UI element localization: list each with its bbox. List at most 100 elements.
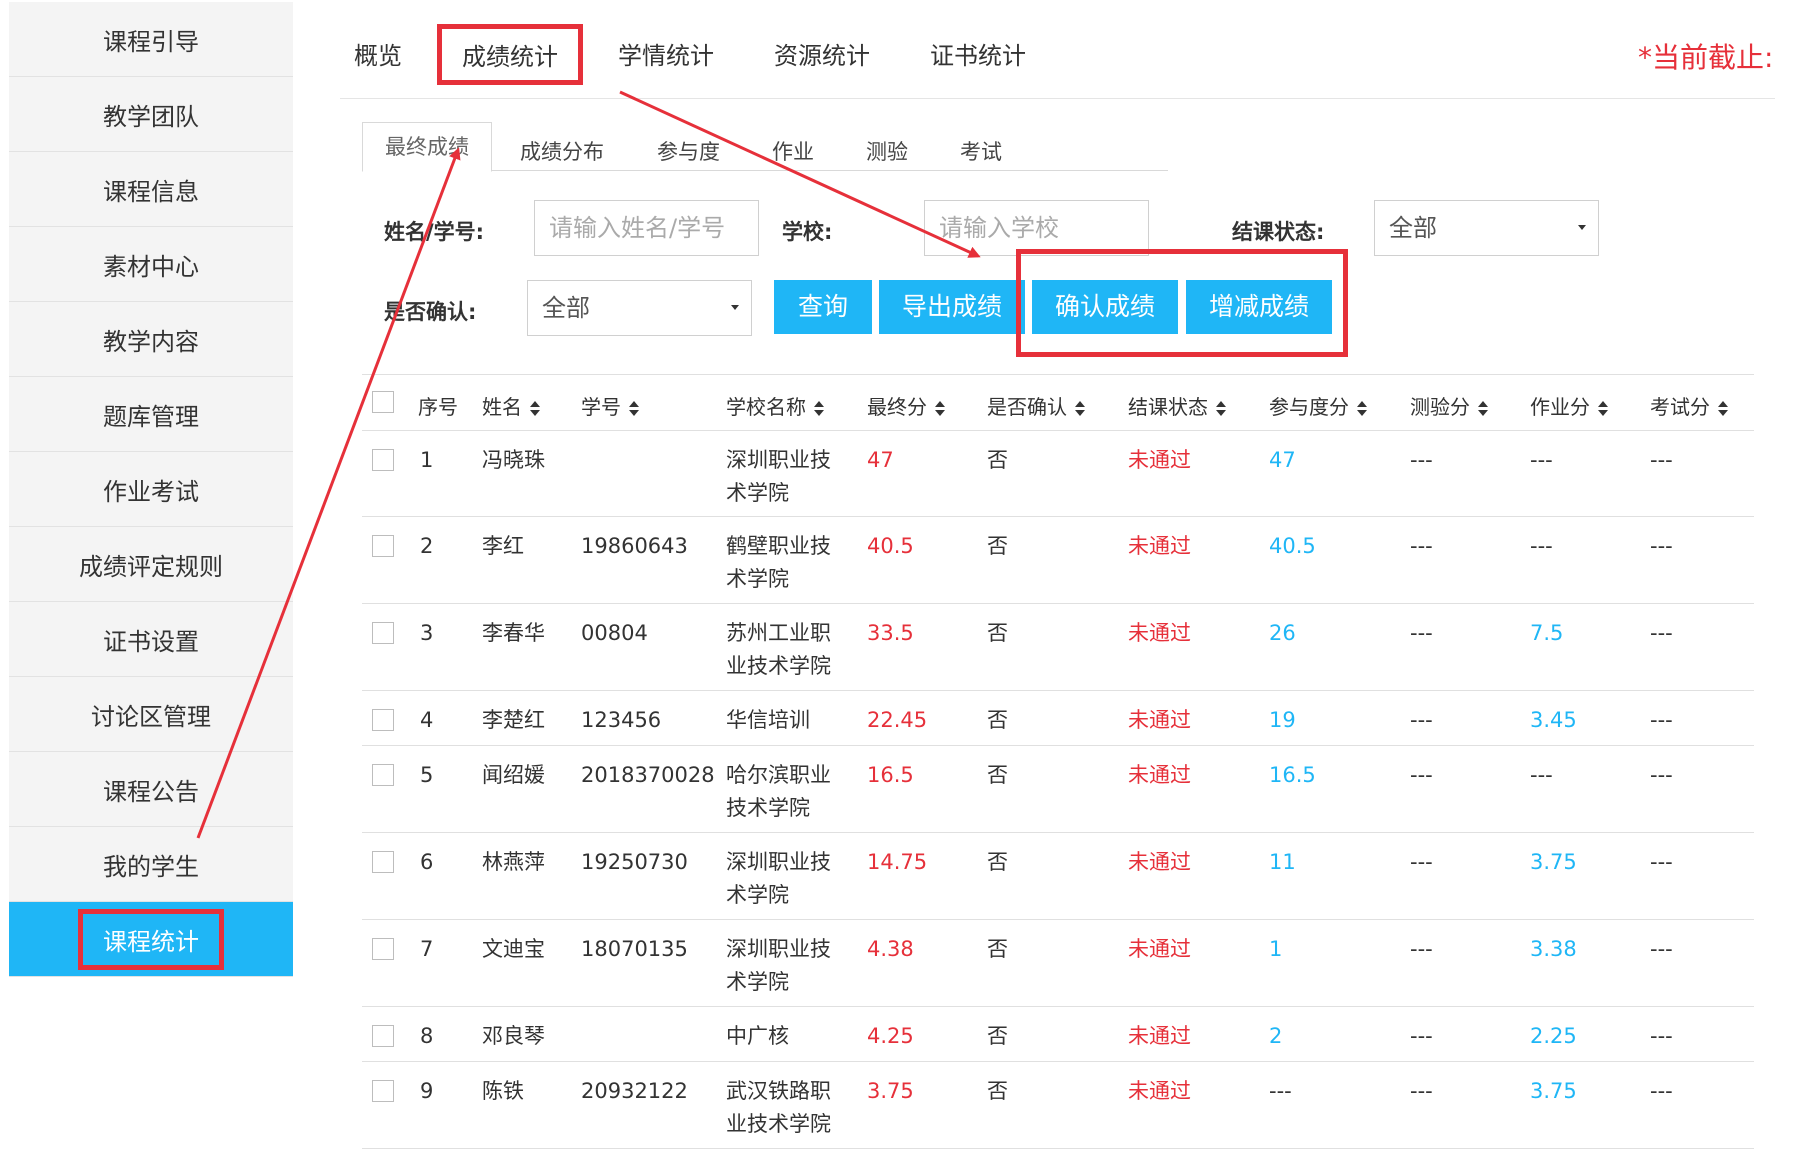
header-name[interactable]: 姓名 bbox=[482, 391, 540, 420]
subtab-exam[interactable]: 考试 bbox=[960, 136, 1002, 166]
row-checkbox[interactable] bbox=[372, 709, 394, 731]
row-checkbox[interactable] bbox=[372, 938, 394, 960]
subtab-homework[interactable]: 作业 bbox=[772, 136, 814, 166]
header-final[interactable]: 最终分 bbox=[867, 391, 945, 420]
header-label: 结课状态 bbox=[1128, 395, 1208, 419]
cell-final: 40.5 bbox=[867, 534, 914, 558]
table-row[interactable]: 7 文迪宝 18070135 深圳职业技 术学院 4.38 否 未通过 1 --- 3.38 --- bbox=[362, 919, 1754, 1007]
cell-status: 未通过 bbox=[1128, 937, 1191, 961]
select-all-checkbox[interactable] bbox=[372, 391, 394, 413]
cell-homework: 2.25 bbox=[1530, 1024, 1577, 1048]
table-row[interactable]: 8 邓良琴 中广核 4.25 否 未通过 2 --- 2.25 --- bbox=[362, 1006, 1754, 1062]
cell-status: 未通过 bbox=[1128, 1079, 1191, 1103]
row-checkbox[interactable] bbox=[372, 449, 394, 471]
sidebar-item-question-bank[interactable]: 题库管理 bbox=[9, 377, 293, 452]
tab-grade-statistics[interactable]: 成绩统计 bbox=[437, 24, 583, 85]
sort-icon[interactable] bbox=[1718, 400, 1728, 417]
school-input[interactable]: 请输入学校 bbox=[924, 200, 1149, 256]
sidebar-item-grading-rules[interactable]: 成绩评定规则 bbox=[9, 527, 293, 602]
sidebar-item-label: 证书设置 bbox=[103, 627, 199, 656]
row-checkbox[interactable] bbox=[372, 764, 394, 786]
header-participation[interactable]: 参与度分 bbox=[1269, 391, 1367, 420]
row-checkbox[interactable] bbox=[372, 622, 394, 644]
sort-icon[interactable] bbox=[1216, 400, 1226, 417]
cell-participation: 16.5 bbox=[1269, 763, 1316, 787]
tab-learning-statistics[interactable]: 学情统计 bbox=[618, 36, 714, 71]
row-checkbox[interactable] bbox=[372, 1080, 394, 1102]
cell-final: 33.5 bbox=[867, 621, 914, 645]
table-row[interactable]: 4 李楚红 123456 华信培训 22.45 否 未通过 19 --- 3.45 --- bbox=[362, 690, 1754, 746]
row-checkbox[interactable] bbox=[372, 535, 394, 557]
sort-icon[interactable] bbox=[1357, 400, 1367, 417]
subtab-final-grade[interactable]: 最终成绩 bbox=[362, 122, 492, 172]
subtab-participation[interactable]: 参与度 bbox=[657, 136, 720, 166]
cell-homework: 3.75 bbox=[1530, 1079, 1577, 1103]
name-id-label: 姓名/学号: bbox=[384, 220, 485, 244]
header-quiz[interactable]: 测验分 bbox=[1410, 391, 1488, 420]
cell-school: 深圳职业技 术学院 bbox=[726, 444, 831, 510]
header-homework[interactable]: 作业分 bbox=[1530, 391, 1608, 420]
tab-certificate-statistics[interactable]: 证书统计 bbox=[930, 36, 1026, 71]
sidebar: 课程引导 教学团队 课程信息 素材中心 教学内容 题库管理 作业考试 成绩评定规… bbox=[9, 0, 293, 1153]
sort-icon[interactable] bbox=[814, 400, 824, 417]
sidebar-item-course-statistics[interactable]: 课程统计 bbox=[9, 902, 293, 977]
sort-icon[interactable] bbox=[1478, 400, 1488, 417]
cell-confirmed: 否 bbox=[987, 621, 1008, 645]
sidebar-item-announcements[interactable]: 课程公告 bbox=[9, 752, 293, 827]
cell-homework: 3.45 bbox=[1530, 708, 1577, 732]
cell-participation: 26 bbox=[1269, 621, 1296, 645]
cell-status: 未通过 bbox=[1128, 534, 1191, 558]
cell-final: 4.38 bbox=[867, 937, 914, 961]
course-status-select[interactable]: 全部 bbox=[1374, 200, 1599, 256]
sidebar-item-discussion[interactable]: 讨论区管理 bbox=[9, 677, 293, 752]
cell-exam: --- bbox=[1650, 708, 1673, 732]
sort-icon[interactable] bbox=[530, 400, 540, 417]
sort-icon[interactable] bbox=[1075, 400, 1085, 417]
row-checkbox[interactable] bbox=[372, 1025, 394, 1047]
query-button[interactable]: 查询 bbox=[774, 280, 872, 334]
header-confirmed[interactable]: 是否确认 bbox=[987, 391, 1085, 420]
tab-overview[interactable]: 概览 bbox=[354, 36, 402, 71]
table-row[interactable]: 5 闻绍媛 2018370028 哈尔滨职业 技术学院 16.5 否 未通过 16.5 --- --… bbox=[362, 745, 1754, 833]
sidebar-item-label: 课程公告 bbox=[103, 777, 199, 806]
table-row[interactable]: 3 李春华 00804 苏州工业职 业技术学院 33.5 否 未通过 26 --- 7.5 --- bbox=[362, 603, 1754, 691]
table-row[interactable]: 1 冯晓珠 深圳职业技 术学院 47 否 未通过 47 --- --- --- bbox=[362, 430, 1754, 517]
cell-participation: 40.5 bbox=[1269, 534, 1316, 558]
subtab-quiz[interactable]: 测验 bbox=[866, 136, 908, 166]
sidebar-item-homework-exam[interactable]: 作业考试 bbox=[9, 452, 293, 527]
sidebar-item-teaching-content[interactable]: 教学内容 bbox=[9, 302, 293, 377]
sidebar-item-course-info[interactable]: 课程信息 bbox=[9, 152, 293, 227]
sidebar-item-certificate-settings[interactable]: 证书设置 bbox=[9, 602, 293, 677]
table-row[interactable]: 2 李红 19860643 鹤壁职业技 术学院 40.5 否 未通过 40.5 --- --- --- bbox=[362, 516, 1754, 604]
cell-final: 14.75 bbox=[867, 850, 928, 874]
sort-icon[interactable] bbox=[935, 400, 945, 417]
export-grades-button[interactable]: 导出成绩 bbox=[879, 280, 1025, 334]
sort-icon[interactable] bbox=[1598, 400, 1608, 417]
sidebar-item-course-guide[interactable]: 课程引导 bbox=[9, 2, 293, 77]
sidebar-item-teaching-team[interactable]: 教学团队 bbox=[9, 77, 293, 152]
cell-student-id: 20932122 bbox=[581, 1079, 688, 1103]
name-id-input[interactable]: 请输入姓名/学号 bbox=[534, 200, 759, 256]
header-label: 考试分 bbox=[1650, 395, 1710, 419]
sidebar-item-label: 教学内容 bbox=[103, 327, 199, 356]
subtab-grade-distribution[interactable]: 成绩分布 bbox=[520, 136, 604, 166]
header-status[interactable]: 结课状态 bbox=[1128, 391, 1226, 420]
table-row[interactable]: 9 陈铁 20932122 武汉铁路职 业技术学院 3.75 否 未通过 --- --- 3.75 -… bbox=[362, 1061, 1754, 1149]
sort-icon[interactable] bbox=[629, 400, 639, 417]
cell-confirmed: 否 bbox=[987, 1079, 1008, 1103]
sidebar-item-material-center[interactable]: 素材中心 bbox=[9, 227, 293, 302]
header-exam[interactable]: 考试分 bbox=[1650, 391, 1728, 420]
cell-participation: 11 bbox=[1269, 850, 1296, 874]
header-school[interactable]: 学校名称 bbox=[726, 391, 824, 420]
row-checkbox[interactable] bbox=[372, 851, 394, 873]
header-student-id[interactable]: 学号 bbox=[581, 391, 639, 420]
cell-quiz: --- bbox=[1410, 534, 1433, 558]
cell-no: 4 bbox=[420, 708, 434, 732]
sidebar-item-my-students[interactable]: 我的学生 bbox=[9, 827, 293, 902]
tab-resource-statistics[interactable]: 资源统计 bbox=[774, 36, 870, 71]
table-header: 序号 姓名 学号 学校名称 最终分 是否确认 结课状态 参与度分 测验分 作业分… bbox=[362, 374, 1754, 431]
cell-status: 未通过 bbox=[1128, 448, 1191, 472]
table-row[interactable]: 6 林燕萍 19250730 深圳职业技 术学院 14.75 否 未通过 11 --- 3.75 --… bbox=[362, 832, 1754, 920]
cell-confirmed: 否 bbox=[987, 763, 1008, 787]
confirm-select[interactable]: 全部 bbox=[527, 280, 752, 336]
